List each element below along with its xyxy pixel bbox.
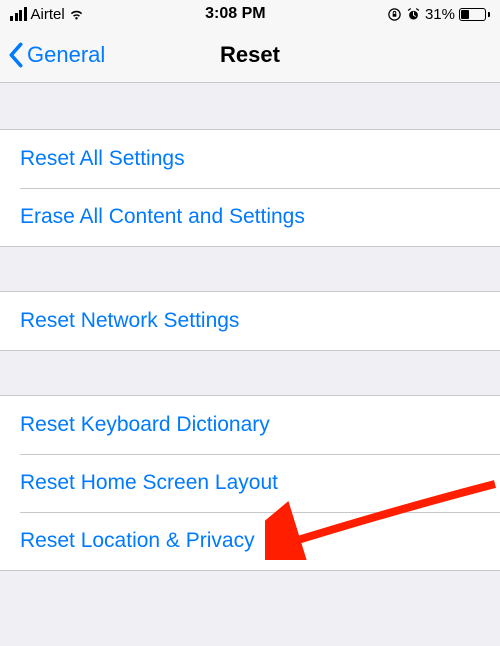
row-label: Reset All Settings: [20, 147, 185, 171]
chevron-left-icon: [8, 42, 24, 68]
battery-percent: 31%: [425, 6, 455, 23]
reset-location-privacy-row[interactable]: Reset Location & Privacy: [0, 512, 500, 570]
navigation-bar: General Reset: [0, 28, 500, 83]
back-button[interactable]: General: [8, 42, 105, 68]
reset-home-screen-layout-row[interactable]: Reset Home Screen Layout: [0, 454, 500, 512]
settings-group: Reset Network Settings: [0, 291, 500, 351]
navigation-title: Reset: [220, 42, 280, 68]
alarm-icon: [406, 7, 421, 22]
back-label: General: [27, 42, 105, 68]
row-label: Erase All Content and Settings: [20, 205, 305, 229]
status-clock: 3:08 PM: [205, 5, 265, 23]
settings-group: Reset All Settings Erase All Content and…: [0, 129, 500, 247]
carrier-label: Airtel: [31, 6, 65, 23]
reset-network-settings-row[interactable]: Reset Network Settings: [0, 292, 500, 350]
reset-all-settings-row[interactable]: Reset All Settings: [0, 130, 500, 188]
cellular-signal-icon: [10, 7, 27, 21]
status-bar: Airtel 3:08 PM 31%: [0, 0, 500, 28]
battery-icon: [459, 8, 490, 21]
wifi-icon: [69, 7, 84, 22]
row-label: Reset Network Settings: [20, 309, 239, 333]
status-left: Airtel: [10, 6, 84, 23]
reset-keyboard-dictionary-row[interactable]: Reset Keyboard Dictionary: [0, 396, 500, 454]
status-right: 31%: [387, 6, 490, 23]
orientation-lock-icon: [387, 7, 402, 22]
erase-all-content-row[interactable]: Erase All Content and Settings: [0, 188, 500, 246]
row-label: Reset Home Screen Layout: [20, 471, 278, 495]
settings-group: Reset Keyboard Dictionary Reset Home Scr…: [0, 395, 500, 571]
row-label: Reset Keyboard Dictionary: [20, 413, 270, 437]
row-label: Reset Location & Privacy: [20, 529, 255, 553]
